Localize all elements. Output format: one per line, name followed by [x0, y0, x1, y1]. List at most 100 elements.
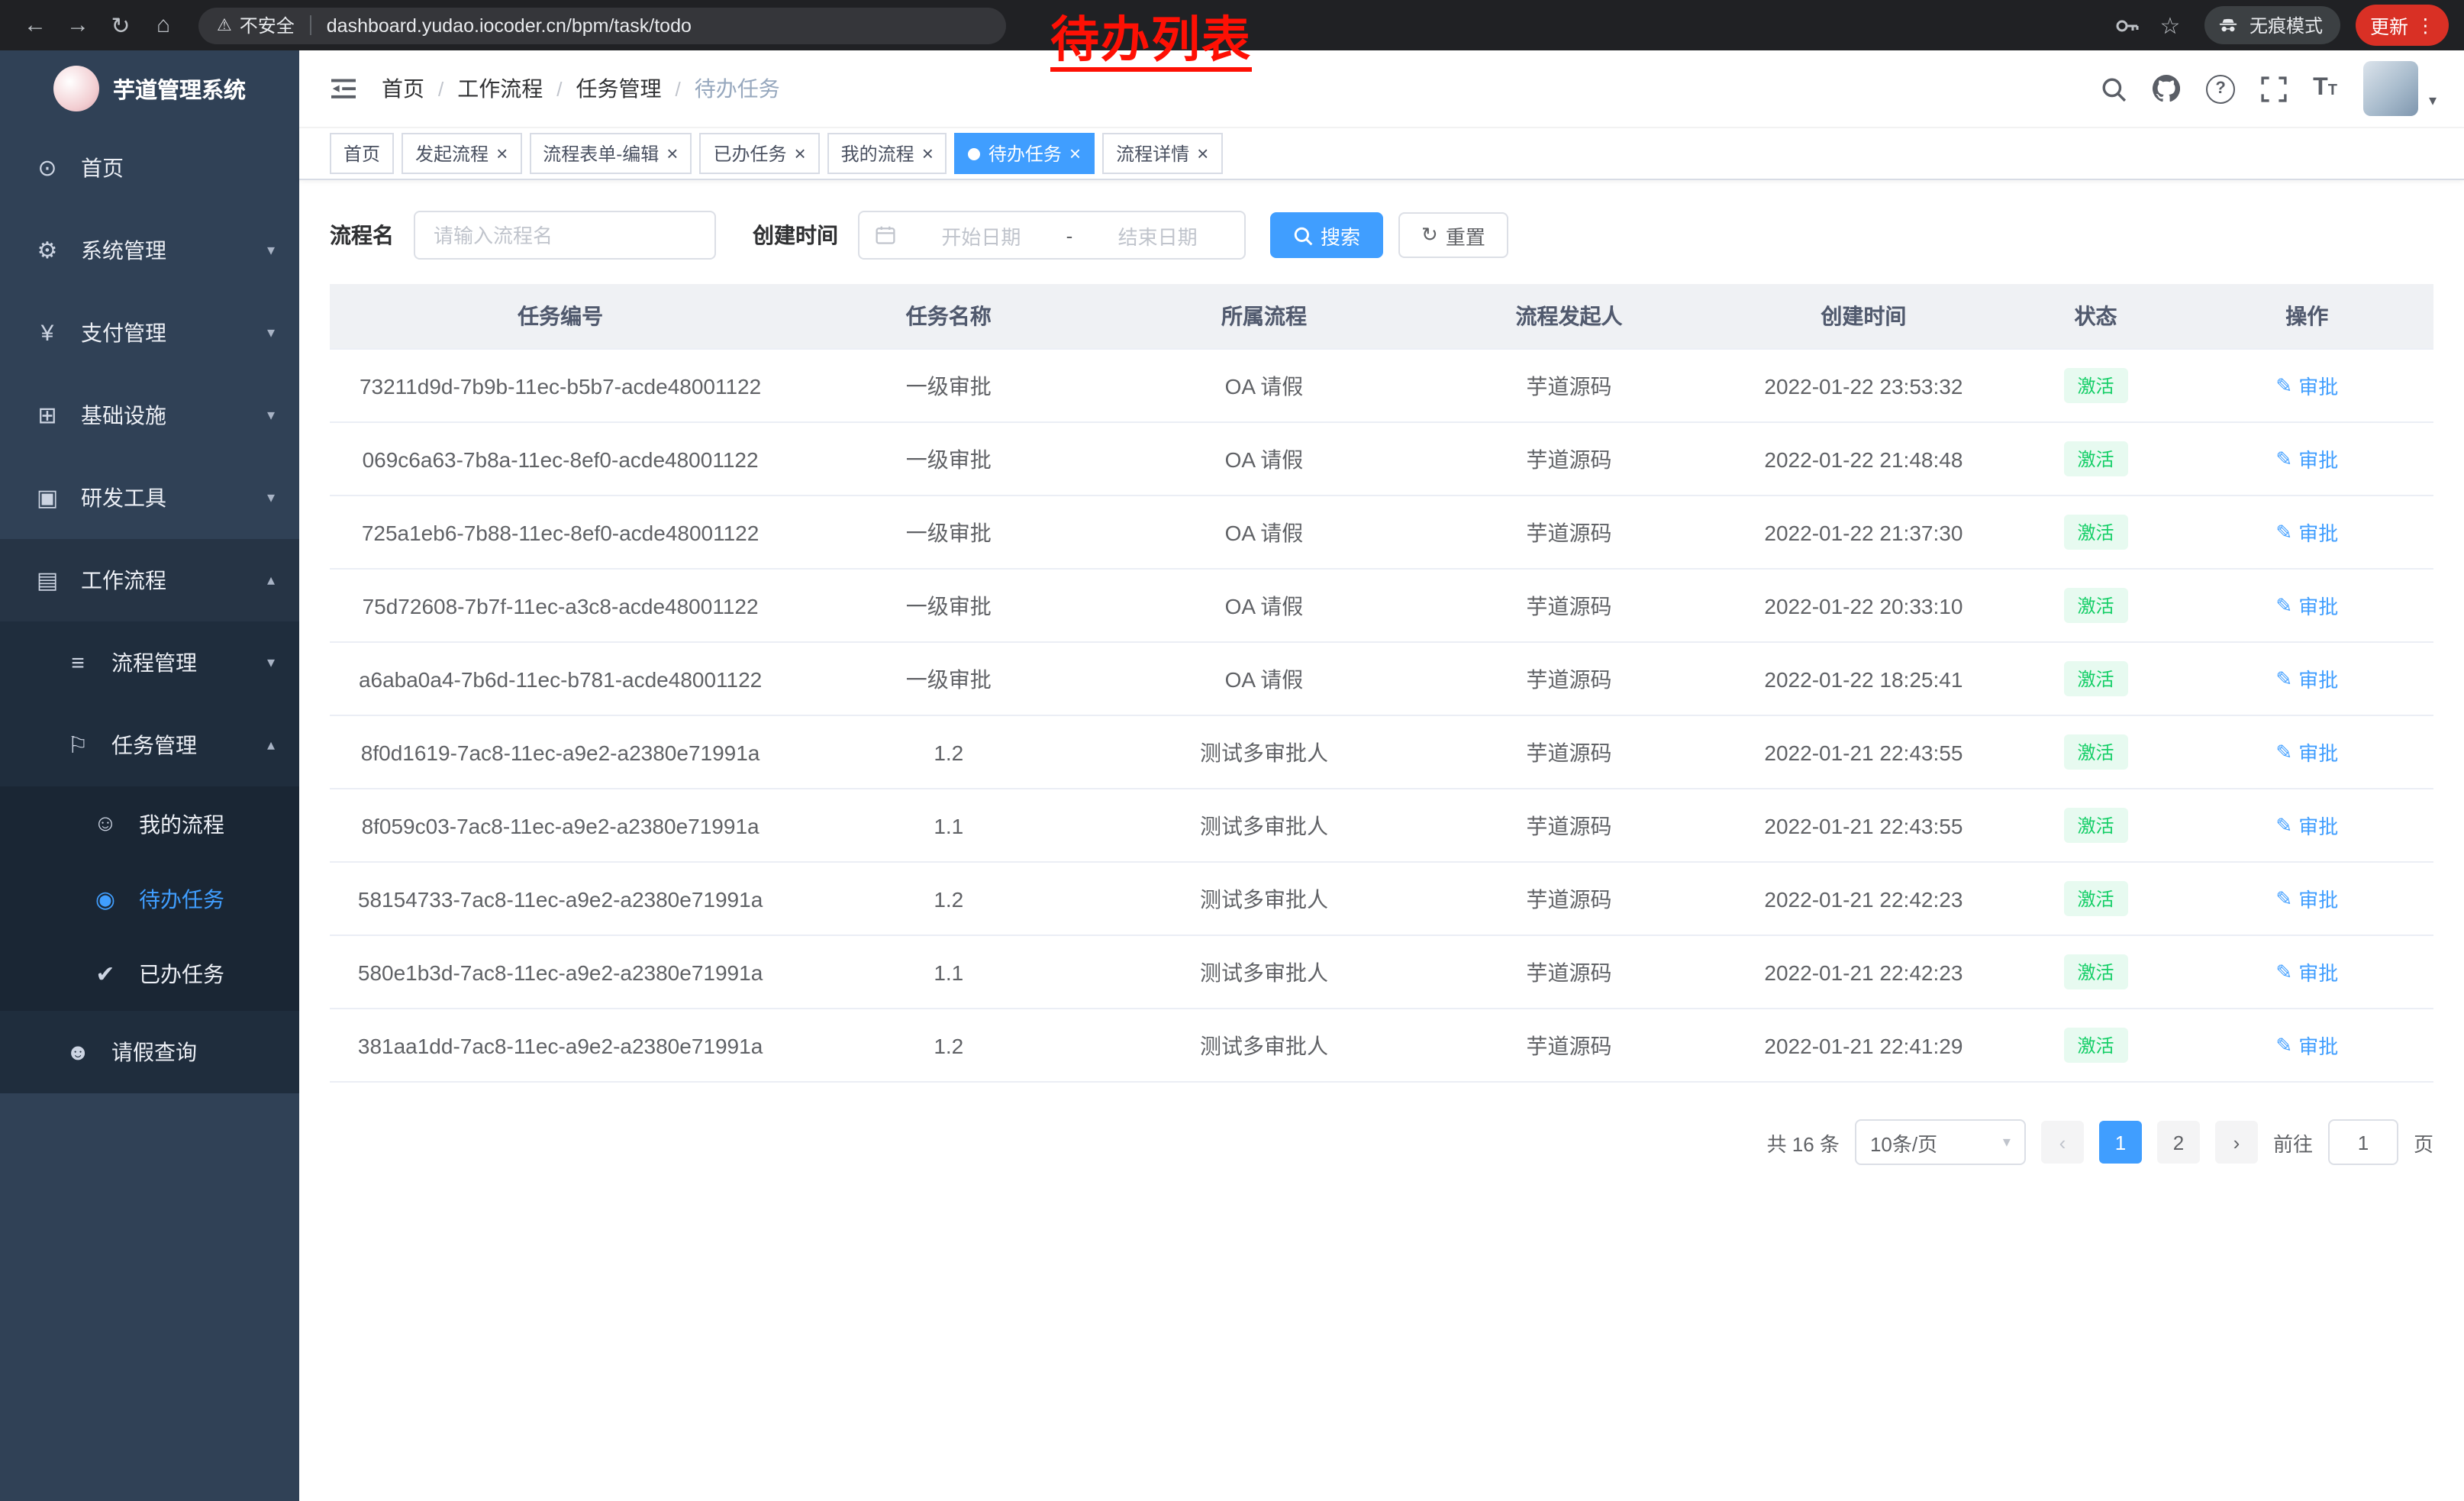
tab-todo-tasks[interactable]: 待办任务 ×: [955, 133, 1095, 174]
sidebar-item-label: 支付管理: [81, 318, 166, 348]
fullscreen-icon[interactable]: [2261, 76, 2287, 102]
tab-my-processes[interactable]: 我的流程 ×: [827, 133, 947, 174]
annotation-overlay: 待办列表: [1050, 15, 1252, 71]
search-button[interactable]: 搜索: [1270, 212, 1383, 258]
sidebar-item-task-management[interactable]: ⚐ 任务管理 ▴: [0, 704, 299, 786]
github-icon[interactable]: [2153, 75, 2180, 102]
prev-page-button[interactable]: ‹: [2041, 1121, 2084, 1164]
approve-button[interactable]: ✎审批: [2275, 811, 2338, 840]
header-action: 操作: [2181, 284, 2433, 349]
breadcrumb-item-task-management[interactable]: 任务管理: [576, 73, 662, 104]
status-badge: 激活: [2063, 441, 2127, 476]
sidebar-item-label: 我的流程: [139, 809, 224, 839]
font-size-icon[interactable]: TT: [2313, 75, 2337, 102]
person-chat-icon: ☺: [89, 811, 122, 837]
search-button-label: 搜索: [1321, 221, 1360, 250]
approve-button[interactable]: ✎审批: [2275, 664, 2338, 693]
incognito-label: 无痕模式: [2250, 12, 2323, 38]
tab-process-form-edit[interactable]: 流程表单-编辑 ×: [529, 133, 692, 174]
sidebar-item-leave-query[interactable]: ☻ 请假查询: [0, 1011, 299, 1093]
process-name-input[interactable]: [414, 211, 716, 260]
action-cell: ✎审批: [2181, 935, 2433, 1009]
sidebar-item-infrastructure[interactable]: ⊞ 基础设施 ▾: [0, 374, 299, 457]
edit-icon: ✎: [2275, 1033, 2292, 1057]
sidebar: 芋道管理系统 ⊙ 首页 ⚙ 系统管理 ▾ ¥ 支付管理 ▾ ⊞ 基础设施 ▾: [0, 50, 299, 1501]
breadcrumb-item-home[interactable]: 首页: [382, 73, 424, 104]
reload-icon[interactable]: ↻: [101, 7, 140, 44]
status-cell: 激活: [2011, 569, 2180, 642]
calendar-icon: [875, 224, 896, 246]
help-icon[interactable]: ?: [2206, 74, 2235, 103]
sidebar-item-todo-tasks[interactable]: ◉ 待办任务: [0, 861, 299, 936]
range-separator: -: [1066, 224, 1073, 247]
reset-button[interactable]: ↻ 重置: [1398, 212, 1508, 258]
approve-button[interactable]: ✎审批: [2275, 1031, 2338, 1060]
starter-cell: 芋道源码: [1422, 935, 1717, 1009]
breadcrumb-item-workflow[interactable]: 工作流程: [457, 73, 543, 104]
date-range-picker[interactable]: 开始日期 - 结束日期: [858, 211, 1246, 260]
app-logo[interactable]: 芋道管理系统: [0, 50, 299, 127]
approve-button[interactable]: ✎审批: [2275, 957, 2338, 986]
sidebar-item-workflow[interactable]: ▤ 工作流程 ▴: [0, 539, 299, 621]
task-name-cell: 1.2: [791, 715, 1106, 789]
next-page-button[interactable]: ›: [2215, 1121, 2258, 1164]
tab-start-process[interactable]: 发起流程 ×: [402, 133, 521, 174]
tab-process-detail[interactable]: 流程详情 ×: [1102, 133, 1222, 174]
action-cell: ✎审批: [2181, 862, 2433, 935]
sidebar-item-devtools[interactable]: ▣ 研发工具 ▾: [0, 457, 299, 539]
bookmark-star-icon[interactable]: ☆: [2150, 7, 2190, 44]
approve-button[interactable]: ✎审批: [2275, 884, 2338, 913]
close-icon[interactable]: ×: [922, 144, 934, 163]
kebab-menu-icon[interactable]: ⋮: [2416, 14, 2435, 37]
incognito-icon: [2217, 14, 2240, 37]
incognito-badge: 无痕模式: [2205, 6, 2341, 44]
approve-button[interactable]: ✎审批: [2275, 371, 2338, 400]
user-avatar[interactable]: [2363, 61, 2418, 116]
end-date-placeholder: 结束日期: [1086, 221, 1229, 250]
goto-page-input[interactable]: [2328, 1119, 2398, 1165]
page-button-1[interactable]: 1: [2099, 1121, 2142, 1164]
create-time-cell: 2022-01-21 22:43:55: [1716, 789, 2011, 862]
close-icon[interactable]: ×: [794, 144, 805, 163]
status-badge: 激活: [2063, 808, 2127, 843]
tab-home[interactable]: 首页: [330, 133, 394, 174]
sidebar-collapse-icon[interactable]: [330, 76, 357, 101]
action-cell: ✎审批: [2181, 715, 2433, 789]
sidebar-item-my-processes[interactable]: ☺ 我的流程: [0, 786, 299, 861]
back-icon[interactable]: ←: [15, 7, 55, 44]
tab-done-tasks[interactable]: 已办任务 ×: [699, 133, 819, 174]
sidebar-item-done-tasks[interactable]: ✔ 已办任务: [0, 936, 299, 1011]
update-button[interactable]: 更新 ⋮: [2356, 5, 2449, 46]
approve-button[interactable]: ✎审批: [2275, 518, 2338, 547]
security-warning-label[interactable]: 不安全: [240, 12, 295, 38]
close-icon[interactable]: ×: [496, 144, 508, 163]
approve-button[interactable]: ✎审批: [2275, 738, 2338, 767]
close-icon[interactable]: ×: [1069, 144, 1081, 163]
header-status: 状态: [2011, 284, 2180, 349]
sidebar-item-home[interactable]: ⊙ 首页: [0, 127, 299, 209]
create-time-cell: 2022-01-22 23:53:32: [1716, 349, 2011, 422]
close-icon[interactable]: ×: [666, 144, 678, 163]
search-icon[interactable]: [2101, 76, 2127, 102]
approve-label: 审批: [2298, 371, 2338, 400]
address-bar[interactable]: ⚠ 不安全 dashboard.yudao.iocoder.cn/bpm/tas…: [198, 7, 1006, 44]
page-button-2[interactable]: 2: [2157, 1121, 2200, 1164]
security-warning-icon[interactable]: ⚠: [217, 15, 232, 35]
task-id-cell: 75d72608-7b7f-11ec-a3c8-acde48001122: [330, 569, 791, 642]
home-icon[interactable]: ⌂: [144, 7, 183, 44]
approve-button[interactable]: ✎审批: [2275, 591, 2338, 620]
chevron-down-icon: ▾: [267, 654, 275, 671]
sidebar-item-payment[interactable]: ¥ 支付管理 ▾: [0, 292, 299, 374]
password-key-icon[interactable]: [2108, 7, 2147, 44]
forward-icon[interactable]: →: [58, 7, 98, 44]
filter-bar: 流程名 创建时间 开始日期 - 结束日期: [330, 211, 2433, 260]
approve-button[interactable]: ✎审批: [2275, 444, 2338, 473]
process-cell: OA 请假: [1106, 422, 1421, 495]
page-size-select[interactable]: 10条/页 ▾: [1855, 1119, 2026, 1165]
process-cell: OA 请假: [1106, 569, 1421, 642]
active-dot: [969, 147, 981, 160]
sidebar-item-process-management[interactable]: ≡ 流程管理 ▾: [0, 621, 299, 704]
close-icon[interactable]: ×: [1197, 144, 1208, 163]
url-text[interactable]: dashboard.yudao.iocoder.cn/bpm/task/todo: [327, 15, 692, 36]
sidebar-item-system[interactable]: ⚙ 系统管理 ▾: [0, 209, 299, 292]
